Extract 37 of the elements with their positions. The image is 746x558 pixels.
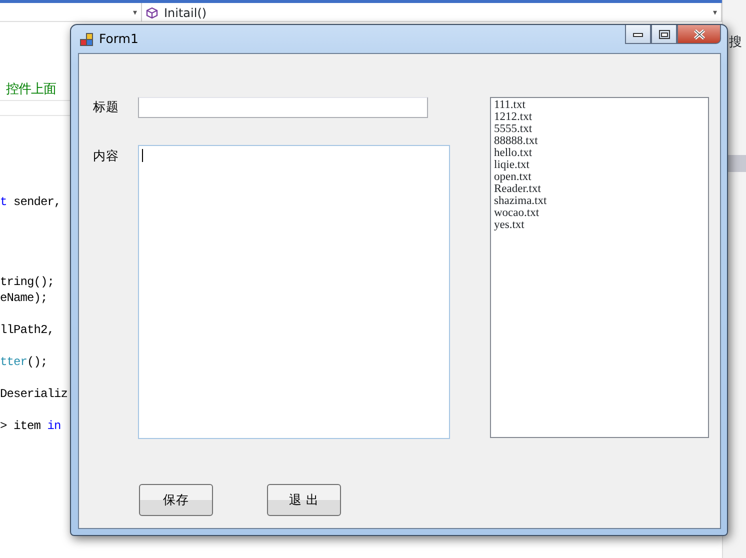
save-button[interactable]: 保存 <box>139 484 213 516</box>
file-list-item[interactable]: 88888.txt <box>494 135 705 147</box>
close-icon <box>692 28 706 40</box>
file-list-item[interactable]: 1212.txt <box>494 111 705 123</box>
field-label: 内容 <box>93 147 119 165</box>
member-dropdown[interactable]: ▾ <box>0 3 142 22</box>
code-line: Deserializ <box>0 386 68 402</box>
field-label: 标题 <box>93 98 119 116</box>
restore-icon <box>658 30 670 38</box>
code-line: > item in <box>0 418 61 434</box>
dropdown-caret-icon: ▾ <box>712 6 717 18</box>
maximize-button[interactable] <box>651 25 677 44</box>
file-list-item[interactable]: shazima.txt <box>494 195 705 207</box>
minimize-icon <box>633 31 643 37</box>
code-line: tter(); <box>0 354 48 370</box>
file-list-item[interactable]: 5555.txt <box>494 123 705 135</box>
method-cube-icon <box>146 6 158 18</box>
close-button[interactable] <box>677 25 721 44</box>
code-line: llPath2, <box>0 322 54 338</box>
file-list-item[interactable]: open.txt <box>494 171 705 183</box>
dropdown-caret-icon: ▾ <box>132 6 137 18</box>
code-line: t sender, <box>0 194 61 210</box>
file-list-item[interactable]: hello.txt <box>494 147 705 159</box>
minimize-button[interactable] <box>625 25 651 44</box>
file-list-item[interactable]: wocao.txt <box>494 207 705 219</box>
file-list-item[interactable]: 111.txt <box>494 99 705 111</box>
code-line: tring(); <box>0 274 54 290</box>
title-input-field[interactable] <box>138 97 428 118</box>
file-list-item[interactable]: yes.txt <box>494 219 705 231</box>
window-title: Form1 <box>99 30 138 48</box>
exit-button[interactable]: 退 出 <box>267 484 341 516</box>
file-list-item[interactable]: Reader.txt <box>494 183 705 195</box>
form-app-icon <box>80 32 93 46</box>
code-line: eName); <box>0 290 48 306</box>
file-list-item[interactable]: liqie.txt <box>494 159 705 171</box>
code-line: 控件上面 <box>6 82 56 98</box>
search-label: 搜 <box>729 34 742 52</box>
